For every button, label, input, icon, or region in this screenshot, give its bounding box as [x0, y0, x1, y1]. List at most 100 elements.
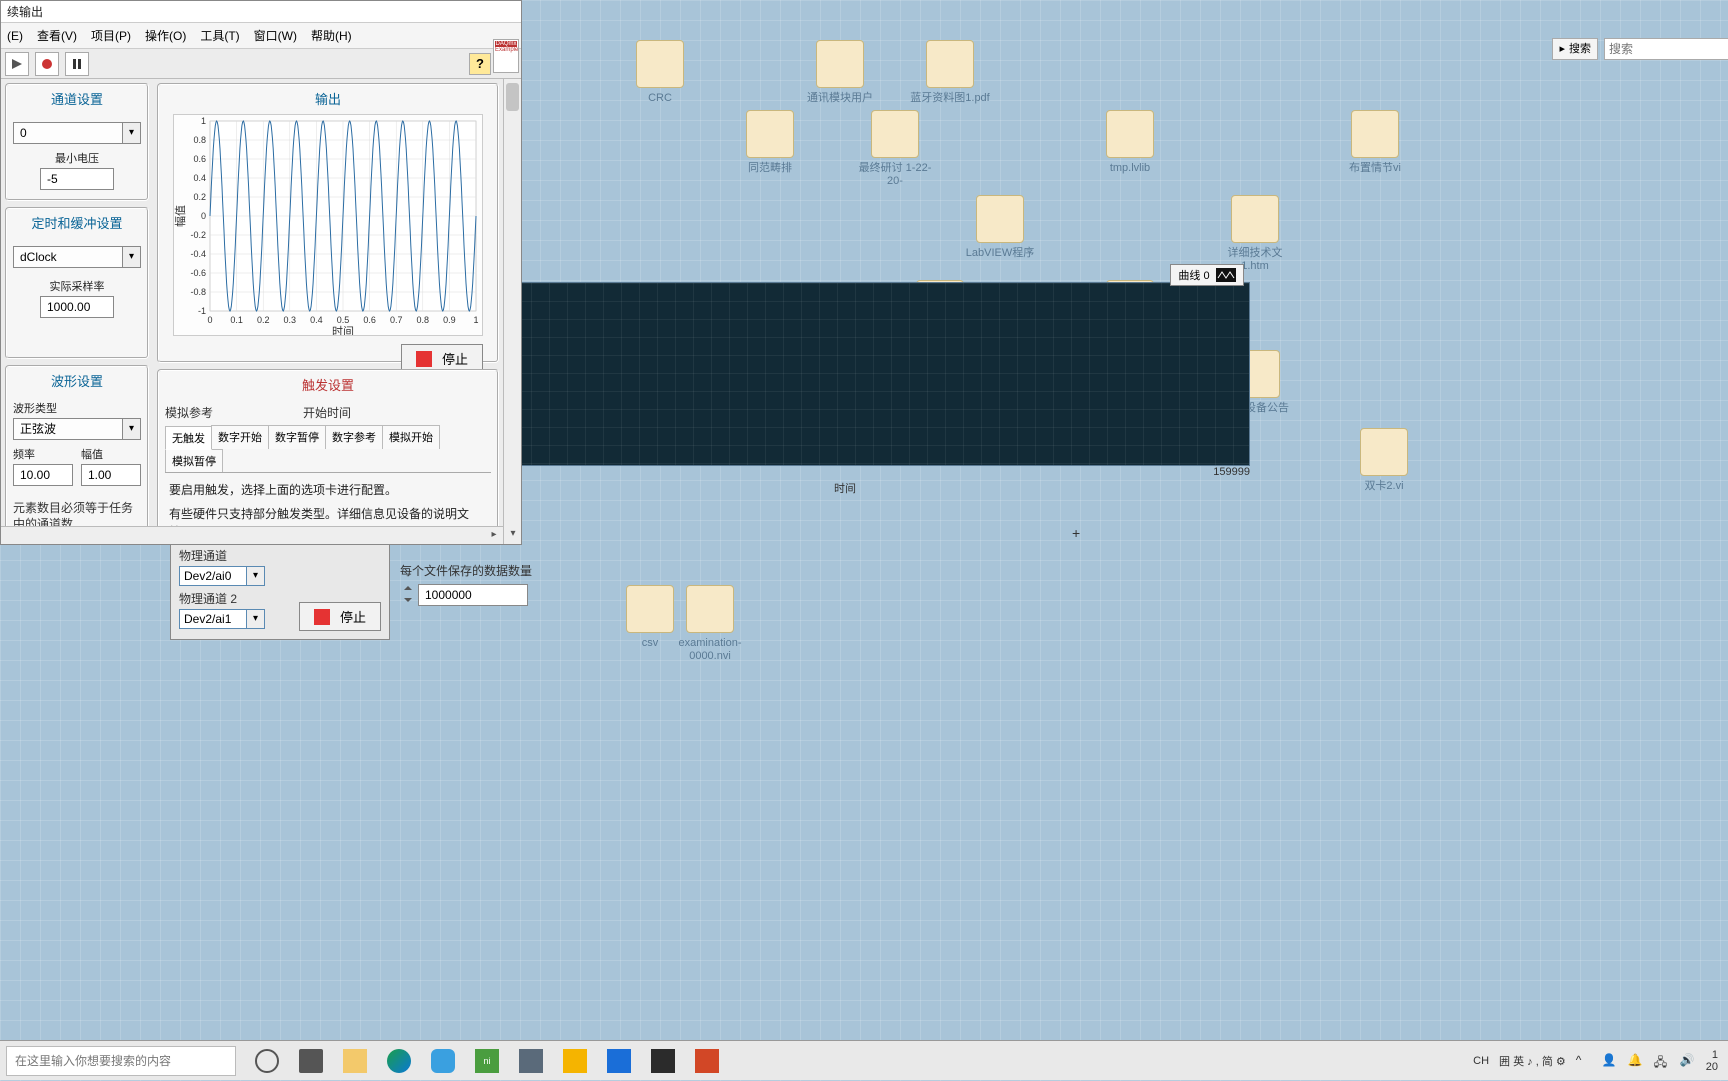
icon-label: 双卡2.vi [1364, 480, 1403, 493]
edge-icon[interactable] [378, 1041, 420, 1081]
vertical-scrollbar[interactable]: ▾ [503, 79, 521, 544]
search-tag[interactable]: ▸ 搜索 [1552, 38, 1598, 60]
horizontal-scrollbar[interactable]: ▸ [1, 526, 503, 544]
tab-no-trigger[interactable]: 无触发 [165, 426, 212, 450]
waveform-type-combo[interactable]: 正弦波 ▾ [13, 418, 141, 440]
shield-icon[interactable] [598, 1041, 640, 1081]
menu-tools[interactable]: 工具(T) [200, 27, 239, 44]
desktop-icon[interactable]: tmp.lvlib [1090, 110, 1170, 175]
scroll-down-icon[interactable]: ▾ [506, 528, 520, 542]
svg-text:0.6: 0.6 [363, 315, 376, 325]
desktop-icon[interactable]: 最终研讨 1-22-20- [855, 110, 935, 188]
ime-settings[interactable]: 囲 英 ♪ , 简 ⚙ [1499, 1053, 1566, 1069]
desktop-icon[interactable]: LabVIEW程序 [960, 195, 1040, 260]
labview-icon[interactable] [554, 1041, 596, 1081]
icon-label: 蓝牙资料图1.pdf [910, 92, 989, 105]
frequency-input[interactable] [13, 464, 73, 486]
app-icon-3[interactable] [642, 1041, 684, 1081]
tray-bell-icon[interactable]: 🔔 [1628, 1053, 1644, 1069]
app-icon[interactable] [422, 1041, 464, 1081]
channel-combo[interactable]: 0 ▾ [13, 122, 141, 144]
taskbar-search-input[interactable]: 在这里输入你想要搜索的内容 [6, 1046, 236, 1076]
run-button[interactable] [5, 52, 29, 76]
desktop-icon[interactable]: 同范畴排 [730, 110, 810, 175]
channel-settings-panel: 通道设置 0 ▾ 最小电压 [5, 83, 149, 201]
clock-combo-value[interactable]: dClock [13, 246, 123, 268]
start-button[interactable] [246, 1041, 288, 1081]
menu-view[interactable]: 查看(V) [37, 27, 77, 44]
stop-button-2[interactable]: 停止 [299, 602, 381, 631]
phys-ch-combo[interactable]: Dev2/ai0 ▾ [179, 566, 383, 586]
waveform-chart[interactable] [440, 282, 1250, 466]
dropdown-arrow-icon[interactable]: ▾ [247, 566, 265, 586]
clock-combo[interactable]: dClock ▾ [13, 246, 141, 268]
svg-text:0.5: 0.5 [337, 315, 350, 325]
desktop-icon[interactable]: 蓝牙资料图1.pdf [910, 40, 990, 105]
scrollbar-thumb[interactable] [506, 83, 519, 111]
waveform-type-value[interactable]: 正弦波 [13, 418, 123, 440]
window-title[interactable]: 续输出 [1, 1, 521, 23]
output-sine-chart[interactable]: -1-0.8-0.6-0.4-0.200.20.40.60.8100.10.20… [173, 114, 483, 336]
pause-button[interactable] [65, 52, 89, 76]
app-icon-2[interactable] [510, 1041, 552, 1081]
min-volt-input[interactable] [40, 168, 114, 190]
numeric-spinner-icon[interactable] [400, 580, 416, 608]
tab-digital-pause[interactable]: 数字暂停 [268, 425, 326, 449]
dropdown-arrow-icon[interactable]: ▾ [123, 122, 141, 144]
icon-label: 最终研讨 1-22-20- [855, 162, 935, 188]
desktop-icon[interactable]: 布置情节vi [1335, 110, 1415, 175]
explorer-icon[interactable] [334, 1041, 376, 1081]
waveform-settings-panel: 波形设置 波形类型 正弦波 ▾ 频率 幅值 元素数目必须等于任务中的通道数 [5, 365, 149, 544]
menu-project[interactable]: 项目(P) [91, 27, 131, 44]
chart-legend[interactable]: 曲线 0 [1170, 264, 1244, 286]
menu-help[interactable]: 帮助(H) [311, 27, 352, 44]
tab-analog-start[interactable]: 模拟开始 [382, 425, 440, 449]
x-axis-label: 时间 [440, 480, 1250, 496]
desktop-icon[interactable]: 详细技术文 1.htm [1215, 195, 1295, 273]
tab-digital-ref[interactable]: 数字参考 [325, 425, 383, 449]
front-panel: 通道设置 0 ▾ 最小电压 定时和缓冲设置 dClock ▾ 实际采样率 [1, 79, 521, 544]
menu-window[interactable]: 窗口(W) [254, 27, 297, 44]
task-view-icon[interactable] [290, 1041, 332, 1081]
trigger-head-start-time: 开始时间 [303, 404, 351, 421]
tab-analog-pause[interactable]: 模拟暂停 [165, 449, 223, 472]
amplitude-input[interactable] [81, 464, 141, 486]
trigger-head-analog-ref: 模拟参考 [165, 404, 213, 421]
icon-label: CRC [648, 92, 672, 105]
panel-title: 定时和缓冲设置 [7, 209, 147, 238]
phys-ch-value[interactable]: Dev2/ai0 [179, 566, 247, 586]
timing-buffer-panel: 定时和缓冲设置 dClock ▾ 实际采样率 [5, 207, 149, 359]
tray-volume-icon[interactable]: 🔊 [1680, 1053, 1696, 1069]
menu-edit[interactable]: (E) [7, 29, 23, 43]
abort-button[interactable] [35, 52, 59, 76]
dropdown-arrow-icon[interactable]: ▾ [123, 246, 141, 268]
tab-digital-start[interactable]: 数字开始 [211, 425, 269, 449]
desktop-icon[interactable]: examination-0000.nvi [670, 585, 750, 663]
icon-label: LabVIEW程序 [966, 247, 1034, 260]
dropdown-arrow-icon[interactable]: ▾ [123, 418, 141, 440]
dropdown-arrow-icon[interactable]: ▾ [247, 609, 265, 629]
stop-icon [314, 609, 330, 625]
tray-user-icon[interactable]: 👤 [1602, 1053, 1618, 1069]
tray-clock[interactable]: 1 20 [1706, 1049, 1718, 1073]
phys-ch2-value[interactable]: Dev2/ai1 [179, 609, 247, 629]
tray-network-icon[interactable]: 🖧 [1654, 1053, 1670, 1069]
desktop-icon[interactable]: 双卡2.vi [1344, 428, 1424, 493]
sample-rate-input[interactable] [40, 296, 114, 318]
desktop-icon[interactable]: 通讯模块用户 [800, 40, 880, 105]
svg-text:0.9: 0.9 [443, 315, 456, 325]
waveform-type-label: 波形类型 [13, 400, 141, 416]
stop-icon [416, 351, 432, 367]
search-input[interactable] [1604, 38, 1728, 60]
ppt-icon[interactable] [686, 1041, 728, 1081]
channel-combo-value[interactable]: 0 [13, 122, 123, 144]
icon-label: tmp.lvlib [1110, 162, 1150, 175]
help-icon[interactable]: ? [469, 53, 491, 75]
tray-chevron-icon[interactable]: ^ [1576, 1053, 1592, 1069]
menu-operate[interactable]: 操作(O) [145, 27, 186, 44]
ni-icon[interactable]: ni [466, 1041, 508, 1081]
desktop-icon[interactable]: CRC [620, 40, 700, 105]
ime-indicator[interactable]: CH [1473, 1055, 1489, 1067]
scroll-right-icon[interactable]: ▸ [487, 529, 501, 543]
data-count-input[interactable] [418, 584, 528, 606]
